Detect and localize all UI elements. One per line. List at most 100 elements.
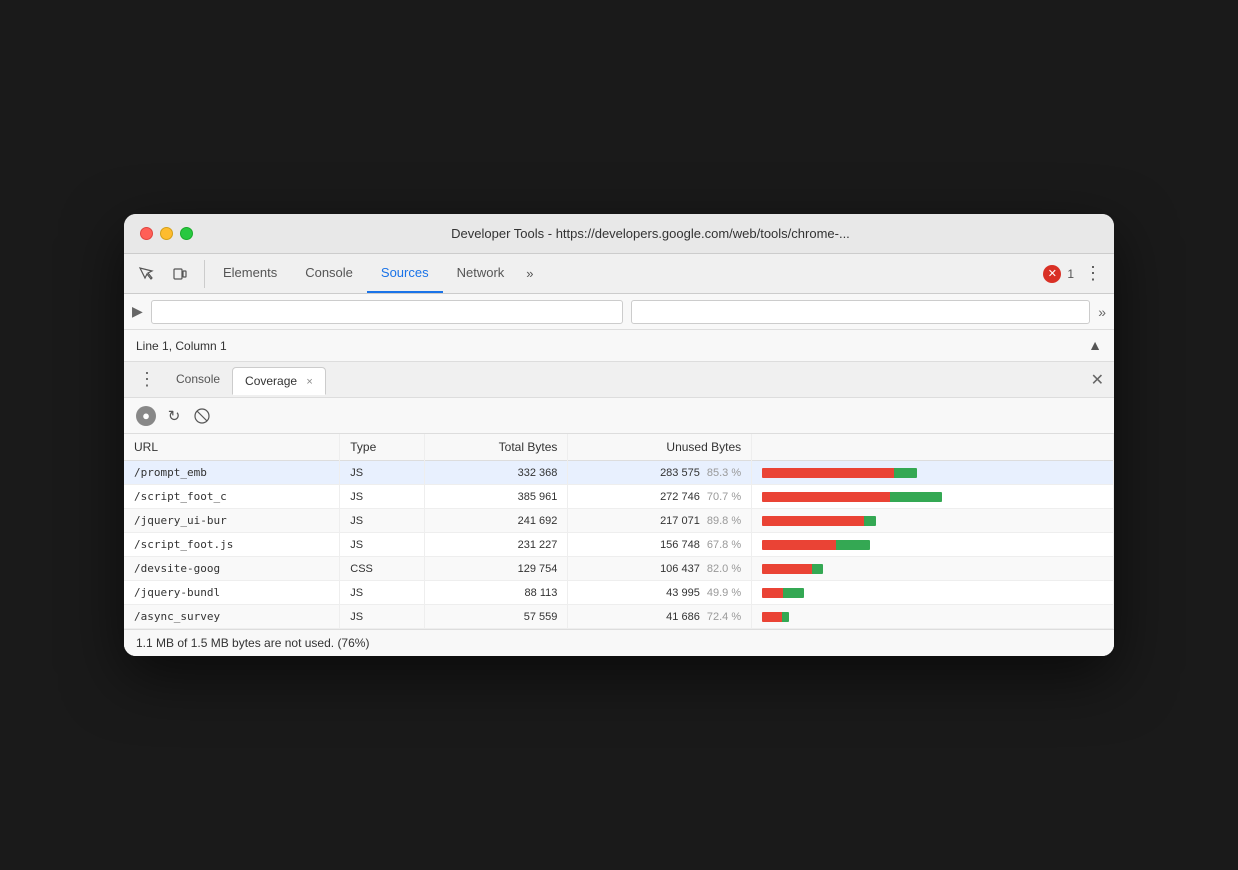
title-bar: Developer Tools - https://developers.goo… xyxy=(124,214,1114,254)
col-header-unused-bytes: Unused Bytes xyxy=(568,434,752,461)
used-bar xyxy=(890,492,942,502)
status-bar: Line 1, Column 1 ▲ xyxy=(124,330,1114,362)
clear-button[interactable] xyxy=(192,406,212,426)
table-row[interactable]: /script_foot_c JS 385 961 272 746 70.7 % xyxy=(124,485,1114,509)
used-bar xyxy=(783,588,804,598)
cell-total-bytes: 231 227 xyxy=(424,533,567,557)
cell-unused-bytes: 43 995 49.9 % xyxy=(568,581,752,605)
cell-unused-bytes: 217 071 89.8 % xyxy=(568,509,752,533)
devtools-right-controls: ✕ 1 ⋮ xyxy=(1043,259,1106,288)
cell-type: JS xyxy=(340,605,425,629)
table-row[interactable]: /jquery-bundl JS 88 113 43 995 49.9 % xyxy=(124,581,1114,605)
used-bar xyxy=(864,516,875,526)
traffic-lights xyxy=(140,227,193,240)
cell-unused-bytes: 283 575 85.3 % xyxy=(568,461,752,485)
unused-bar xyxy=(762,516,864,526)
sources-filter-input[interactable] xyxy=(631,300,1091,324)
status-right: ▲ xyxy=(1088,337,1102,355)
table-row[interactable]: /jquery_ui-bur JS 241 692 217 071 89.8 % xyxy=(124,509,1114,533)
tab-elements[interactable]: Elements xyxy=(209,254,291,293)
cell-total-bytes: 57 559 xyxy=(424,605,567,629)
used-bar xyxy=(812,564,823,574)
cell-url: /prompt_emb xyxy=(124,461,340,485)
devtools-window: Developer Tools - https://developers.goo… xyxy=(124,214,1114,656)
tab-console-panel[interactable]: Console xyxy=(164,366,232,394)
table-row[interactable]: /script_foot.js JS 231 227 156 748 67.8 … xyxy=(124,533,1114,557)
play-icon[interactable]: ▶ xyxy=(132,303,143,320)
error-count: 1 xyxy=(1067,267,1074,281)
used-bar xyxy=(782,612,790,622)
cell-type: JS xyxy=(340,485,425,509)
more-tabs-button[interactable]: » xyxy=(518,258,541,289)
reload-icon: ↻ xyxy=(168,407,181,425)
coverage-table-body: /prompt_emb JS 332 368 283 575 85.3 % /s… xyxy=(124,461,1114,629)
cell-bar xyxy=(752,485,1114,509)
coverage-table: URL Type Total Bytes Unused Bytes /promp… xyxy=(124,434,1114,629)
unused-bar xyxy=(762,540,835,550)
cell-bar xyxy=(752,557,1114,581)
window-title: Developer Tools - https://developers.goo… xyxy=(203,226,1098,241)
coverage-tab-close[interactable]: × xyxy=(306,376,312,388)
cell-type: JS xyxy=(340,509,425,533)
cell-unused-bytes: 156 748 67.8 % xyxy=(568,533,752,557)
panel-tab-bar: ⋮ Console Coverage × ✕ xyxy=(124,362,1114,398)
cell-type: JS xyxy=(340,533,425,557)
panel-tabs: Console Coverage × xyxy=(164,366,1087,394)
tab-console[interactable]: Console xyxy=(291,254,367,293)
cell-total-bytes: 129 754 xyxy=(424,557,567,581)
cell-bar xyxy=(752,581,1114,605)
sources-more-icon[interactable]: » xyxy=(1098,304,1106,320)
cell-url: /devsite-goog xyxy=(124,557,340,581)
cell-url: /script_foot.js xyxy=(124,533,340,557)
cell-url: /jquery_ui-bur xyxy=(124,509,340,533)
col-header-url: URL xyxy=(124,434,340,461)
devtools-more-options[interactable]: ⋮ xyxy=(1080,259,1106,288)
status-arrow-icon[interactable]: ▲ xyxy=(1088,337,1102,353)
cell-url: /jquery-bundl xyxy=(124,581,340,605)
record-button[interactable]: ● xyxy=(136,406,156,426)
unused-bar xyxy=(762,612,781,622)
minimize-button[interactable] xyxy=(160,227,173,240)
sources-toolbar: ▶ » xyxy=(124,294,1114,330)
footer-text: 1.1 MB of 1.5 MB bytes are not used. (76… xyxy=(136,636,369,650)
record-icon: ● xyxy=(142,408,150,423)
cell-bar xyxy=(752,509,1114,533)
table-row[interactable]: /async_survey JS 57 559 41 686 72.4 % xyxy=(124,605,1114,629)
tab-coverage-panel[interactable]: Coverage × xyxy=(232,367,326,395)
cell-bar xyxy=(752,605,1114,629)
used-bar xyxy=(836,540,871,550)
tab-sources[interactable]: Sources xyxy=(367,254,443,293)
unused-bar xyxy=(762,468,894,478)
status-text: Line 1, Column 1 xyxy=(136,339,227,353)
cell-total-bytes: 241 692 xyxy=(424,509,567,533)
panel-close-button[interactable]: ✕ xyxy=(1091,370,1104,390)
cell-type: JS xyxy=(340,461,425,485)
unused-bar xyxy=(762,588,783,598)
panel-dots-menu[interactable]: ⋮ xyxy=(134,365,160,394)
reload-button[interactable]: ↻ xyxy=(164,406,184,426)
error-icon: ✕ xyxy=(1043,265,1061,283)
unused-bar xyxy=(762,564,812,574)
cell-total-bytes: 385 961 xyxy=(424,485,567,509)
coverage-actions-bar: ● ↻ xyxy=(124,398,1114,434)
close-button[interactable] xyxy=(140,227,153,240)
tab-network[interactable]: Network xyxy=(443,254,519,293)
maximize-button[interactable] xyxy=(180,227,193,240)
devtools-icons xyxy=(132,260,205,288)
devtools-tab-bar: Elements Console Sources Network » ✕ 1 ⋮ xyxy=(124,254,1114,294)
unused-bar xyxy=(762,492,890,502)
col-header-total-bytes: Total Bytes xyxy=(424,434,567,461)
sources-search-input[interactable] xyxy=(151,300,623,324)
cell-bar xyxy=(752,533,1114,557)
cell-unused-bytes: 272 746 70.7 % xyxy=(568,485,752,509)
table-row[interactable]: /devsite-goog CSS 129 754 106 437 82.0 % xyxy=(124,557,1114,581)
table-header-row: URL Type Total Bytes Unused Bytes xyxy=(124,434,1114,461)
device-toolbar-icon[interactable] xyxy=(166,260,194,288)
col-header-type: Type xyxy=(340,434,425,461)
cell-unused-bytes: 106 437 82.0 % xyxy=(568,557,752,581)
cell-bar xyxy=(752,461,1114,485)
clear-icon xyxy=(194,408,210,424)
inspect-element-icon[interactable] xyxy=(132,260,160,288)
cell-url: /script_foot_c xyxy=(124,485,340,509)
table-row[interactable]: /prompt_emb JS 332 368 283 575 85.3 % xyxy=(124,461,1114,485)
